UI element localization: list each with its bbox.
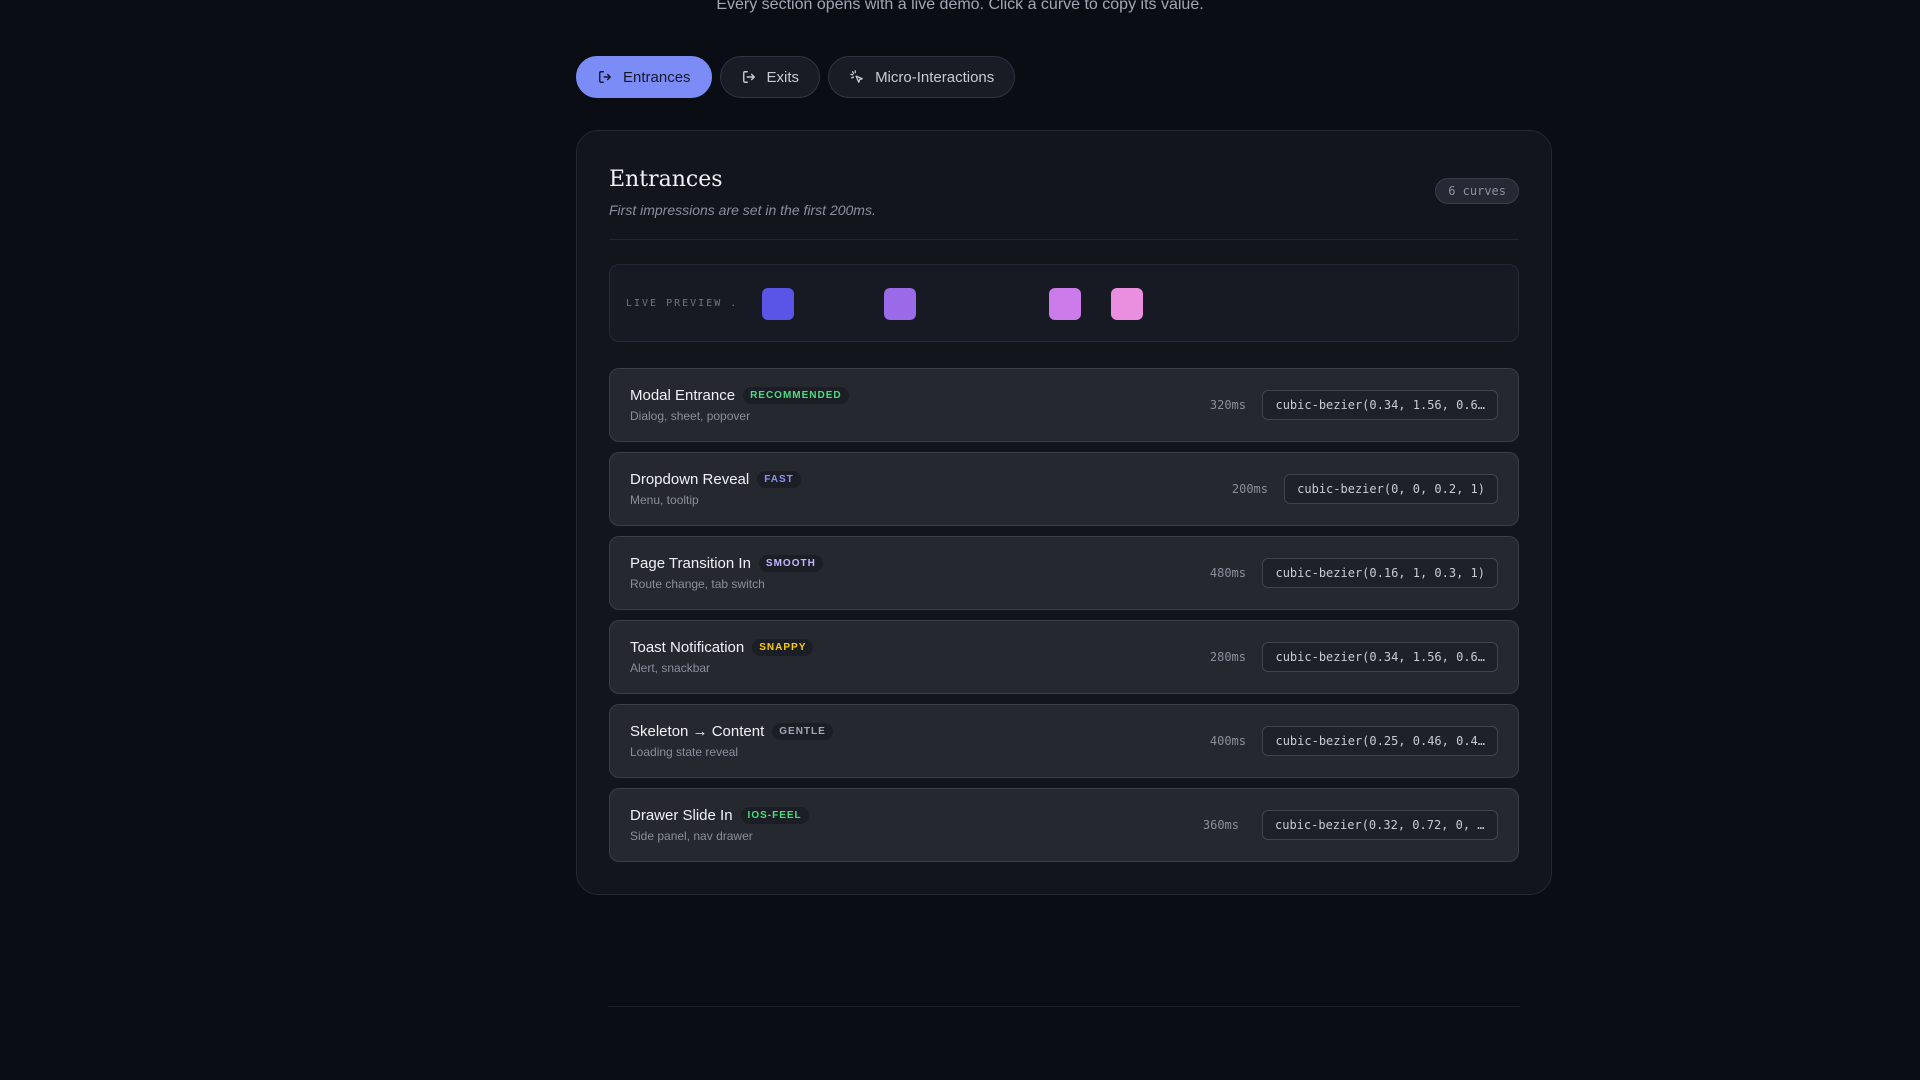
curve-duration: 480ms <box>1209 566 1246 580</box>
curve-use: Side panel, nav drawer <box>630 829 753 843</box>
curve-value-copy[interactable]: cubic-bezier(0.34, 1.56, 0.6… <box>1262 642 1498 672</box>
curve-duration: 400ms <box>1209 734 1246 748</box>
curve-tag: FAST <box>757 471 801 488</box>
tab-micro-interactions[interactable]: Micro-Interactions <box>828 56 1016 98</box>
live-preview-label: LIVE PREVIEW . <box>626 298 739 309</box>
curve-value-copy[interactable]: cubic-bezier(0.32, 0.72, 0, 1) <box>1262 810 1498 840</box>
curve-value: cubic-bezier(0.25, 0.46, 0.4… <box>1275 734 1485 748</box>
curve-row-dropdown-reveal[interactable]: Dropdown Reveal FAST Menu, tooltip 200ms… <box>609 452 1519 526</box>
curve-value-copy[interactable]: cubic-bezier(0.34, 1.56, 0.6… <box>1262 390 1498 420</box>
tab-entrances[interactable]: Entrances <box>576 56 712 98</box>
divider <box>609 239 1519 240</box>
curve-name: Toast Notification <box>630 639 745 656</box>
tab-exits[interactable]: Exits <box>719 56 821 98</box>
curve-use: Loading state reveal <box>630 745 739 759</box>
curve-tag: RECOMMENDED <box>743 387 849 404</box>
tab-label: Micro-Interactions <box>875 68 995 86</box>
curve-value-copy[interactable]: cubic-bezier(0, 0, 0.2, 1) <box>1284 474 1498 504</box>
curve-use: Route change, tab switch <box>630 577 765 591</box>
curve-tag: SNAPPY <box>752 639 814 656</box>
curve-value: cubic-bezier(0.34, 1.56, 0.6… <box>1275 650 1485 664</box>
curve-duration: 360ms <box>1202 818 1239 832</box>
curve-value-copy[interactable]: cubic-bezier(0.16, 1, 0.3, 1) <box>1262 558 1498 588</box>
preview-square <box>1049 288 1081 320</box>
curve-row-toast-notification[interactable]: Toast Notification SNAPPY Alert, snackba… <box>609 620 1519 694</box>
preview-square <box>884 288 916 320</box>
curve-value: cubic-bezier(0, 0, 0.2, 1) <box>1297 482 1485 496</box>
curve-use: Menu, tooltip <box>630 493 699 507</box>
curve-tag: IOS-FEEL <box>740 807 809 824</box>
curve-tag: GENTLE <box>772 723 833 740</box>
curve-use: Dialog, sheet, popover <box>630 409 751 423</box>
curve-name: Skeleton → Content <box>630 723 765 740</box>
tab-label: Entrances <box>623 68 691 86</box>
curve-tag: SMOOTH <box>758 555 823 572</box>
curve-value: cubic-bezier(0.16, 1, 0.3, 1) <box>1275 566 1485 580</box>
footer-divider <box>608 1006 1520 1007</box>
preview-square <box>762 288 794 320</box>
tab-label: Exits <box>766 68 800 86</box>
page-subtitle: Every section opens with a live demo. Cl… <box>716 0 1204 13</box>
curve-value: cubic-bezier(0.32, 0.72, 0, 1) <box>1275 818 1485 832</box>
curve-name: Dropdown Reveal <box>630 471 750 488</box>
curve-value: cubic-bezier(0.34, 1.56, 0.6… <box>1275 398 1485 412</box>
curve-use: Alert, snackbar <box>630 661 711 675</box>
curve-duration: 280ms <box>1209 650 1246 664</box>
curve-count-badge: 6 curves <box>1435 178 1519 204</box>
curve-value-copy[interactable]: cubic-bezier(0.25, 0.46, 0.4… <box>1262 726 1498 756</box>
curve-duration: 320ms <box>1209 398 1246 412</box>
curve-row-drawer-slide-in[interactable]: Drawer Slide In IOS-FEEL Side panel, nav… <box>609 788 1519 862</box>
curve-name: Page Transition In <box>630 555 751 572</box>
sparkle-cursor-icon <box>849 69 865 85</box>
curve-row-modal-entrance[interactable]: Modal Entrance RECOMMENDED Dialog, sheet… <box>609 368 1519 442</box>
section-tabs: Entrances Exits Micro-Interactions <box>576 56 1016 98</box>
curve-name: Modal Entrance <box>630 387 736 404</box>
section-panel: Entrances First impressions are set in t… <box>576 130 1552 895</box>
section-description: First impressions are set in the first 2… <box>609 202 876 218</box>
preview-square <box>1111 288 1143 320</box>
curve-row-page-transition-in[interactable]: Page Transition In SMOOTH Route change, … <box>609 536 1519 610</box>
exit-icon <box>741 69 757 85</box>
curve-row-skeleton-content[interactable]: Skeleton → Content GENTLE Loading state … <box>609 704 1519 778</box>
section-title: Entrances <box>609 167 723 192</box>
enter-icon <box>597 69 613 85</box>
curve-name: Drawer Slide In <box>630 807 733 824</box>
live-preview: LIVE PREVIEW . <box>609 264 1519 342</box>
curve-duration: 200ms <box>1231 482 1268 496</box>
